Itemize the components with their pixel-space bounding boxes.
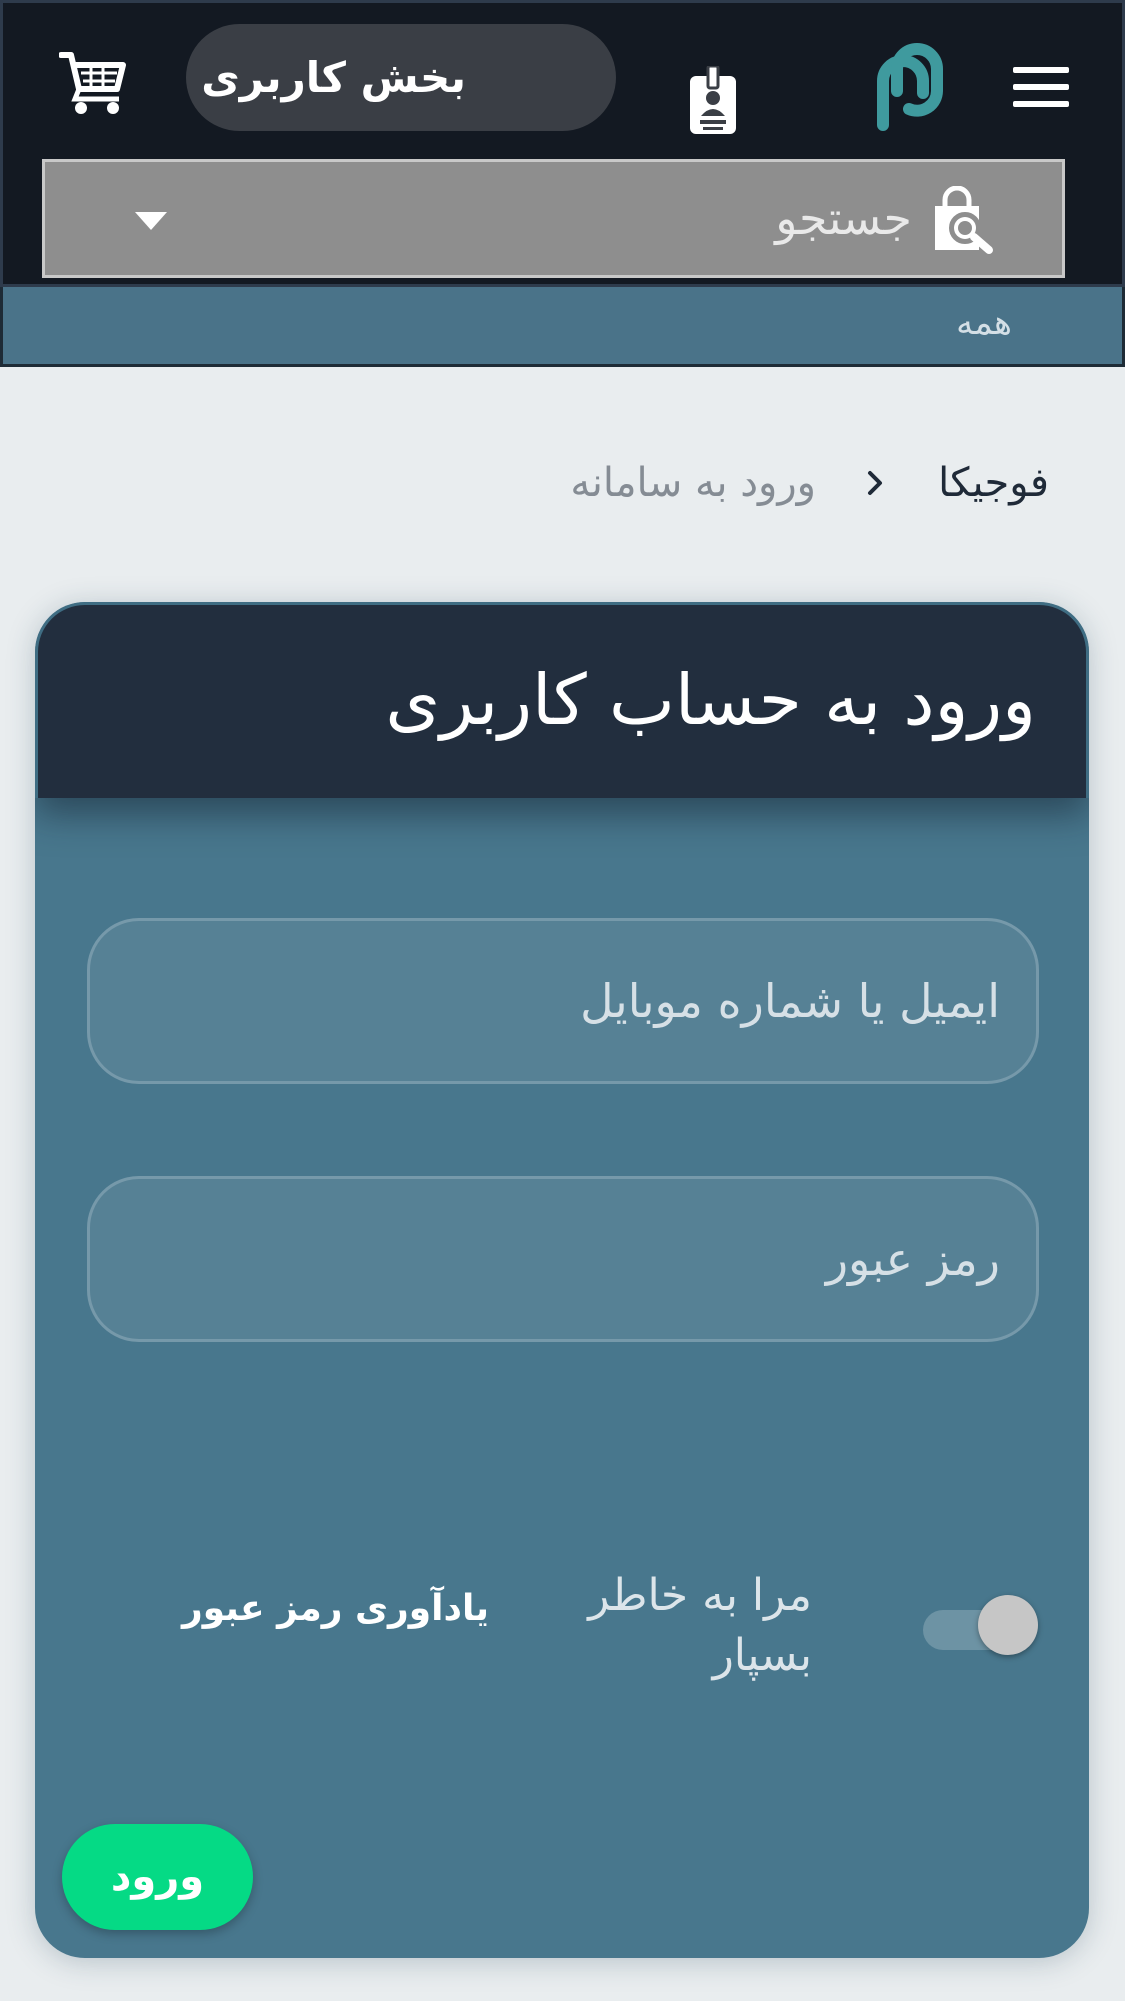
shopping-cart-icon[interactable]	[59, 51, 127, 115]
top-bar: بخش کاربری جستجو	[0, 0, 1125, 287]
breadcrumb-home[interactable]: فوجیکا	[938, 445, 1049, 521]
toggle-knob	[978, 1595, 1038, 1655]
breadcrumb-current: ورود به سامانه	[570, 460, 816, 506]
chevron-right-icon	[868, 471, 882, 495]
category-item-all[interactable]: همه	[956, 287, 1012, 359]
search-placeholder: جستجو	[775, 191, 912, 245]
password-field[interactable]	[87, 1176, 1039, 1342]
user-section-button[interactable]: بخش کاربری	[186, 24, 736, 134]
remember-me-toggle[interactable]	[923, 1595, 1039, 1655]
shopping-bag-search-icon	[935, 186, 993, 254]
login-button[interactable]: ورود	[62, 1824, 253, 1930]
user-section-label: بخش کاربری	[201, 53, 466, 102]
breadcrumb: فوجیکا ورود به سامانه	[0, 445, 1125, 521]
search-box[interactable]: جستجو	[42, 159, 1065, 278]
login-card-header: ورود به حساب کاربری	[35, 602, 1089, 798]
forgot-password-link[interactable]: یادآوری رمز عبور	[182, 1577, 489, 1641]
category-bar: همه	[0, 287, 1125, 367]
hamburger-icon[interactable]	[1013, 67, 1069, 107]
id-badge-icon	[690, 66, 736, 134]
page-title: ورود به حساب کاربری	[385, 659, 1036, 741]
caret-down-icon[interactable]	[135, 212, 167, 230]
email-or-phone-field[interactable]	[87, 918, 1039, 1084]
logo-icon[interactable]	[869, 41, 951, 131]
login-card: ورود به حساب کاربری مرا به خاطر بسپار یا…	[35, 602, 1089, 1958]
remember-me-label: مرا به خاطر بسپار	[588, 1570, 812, 1681]
